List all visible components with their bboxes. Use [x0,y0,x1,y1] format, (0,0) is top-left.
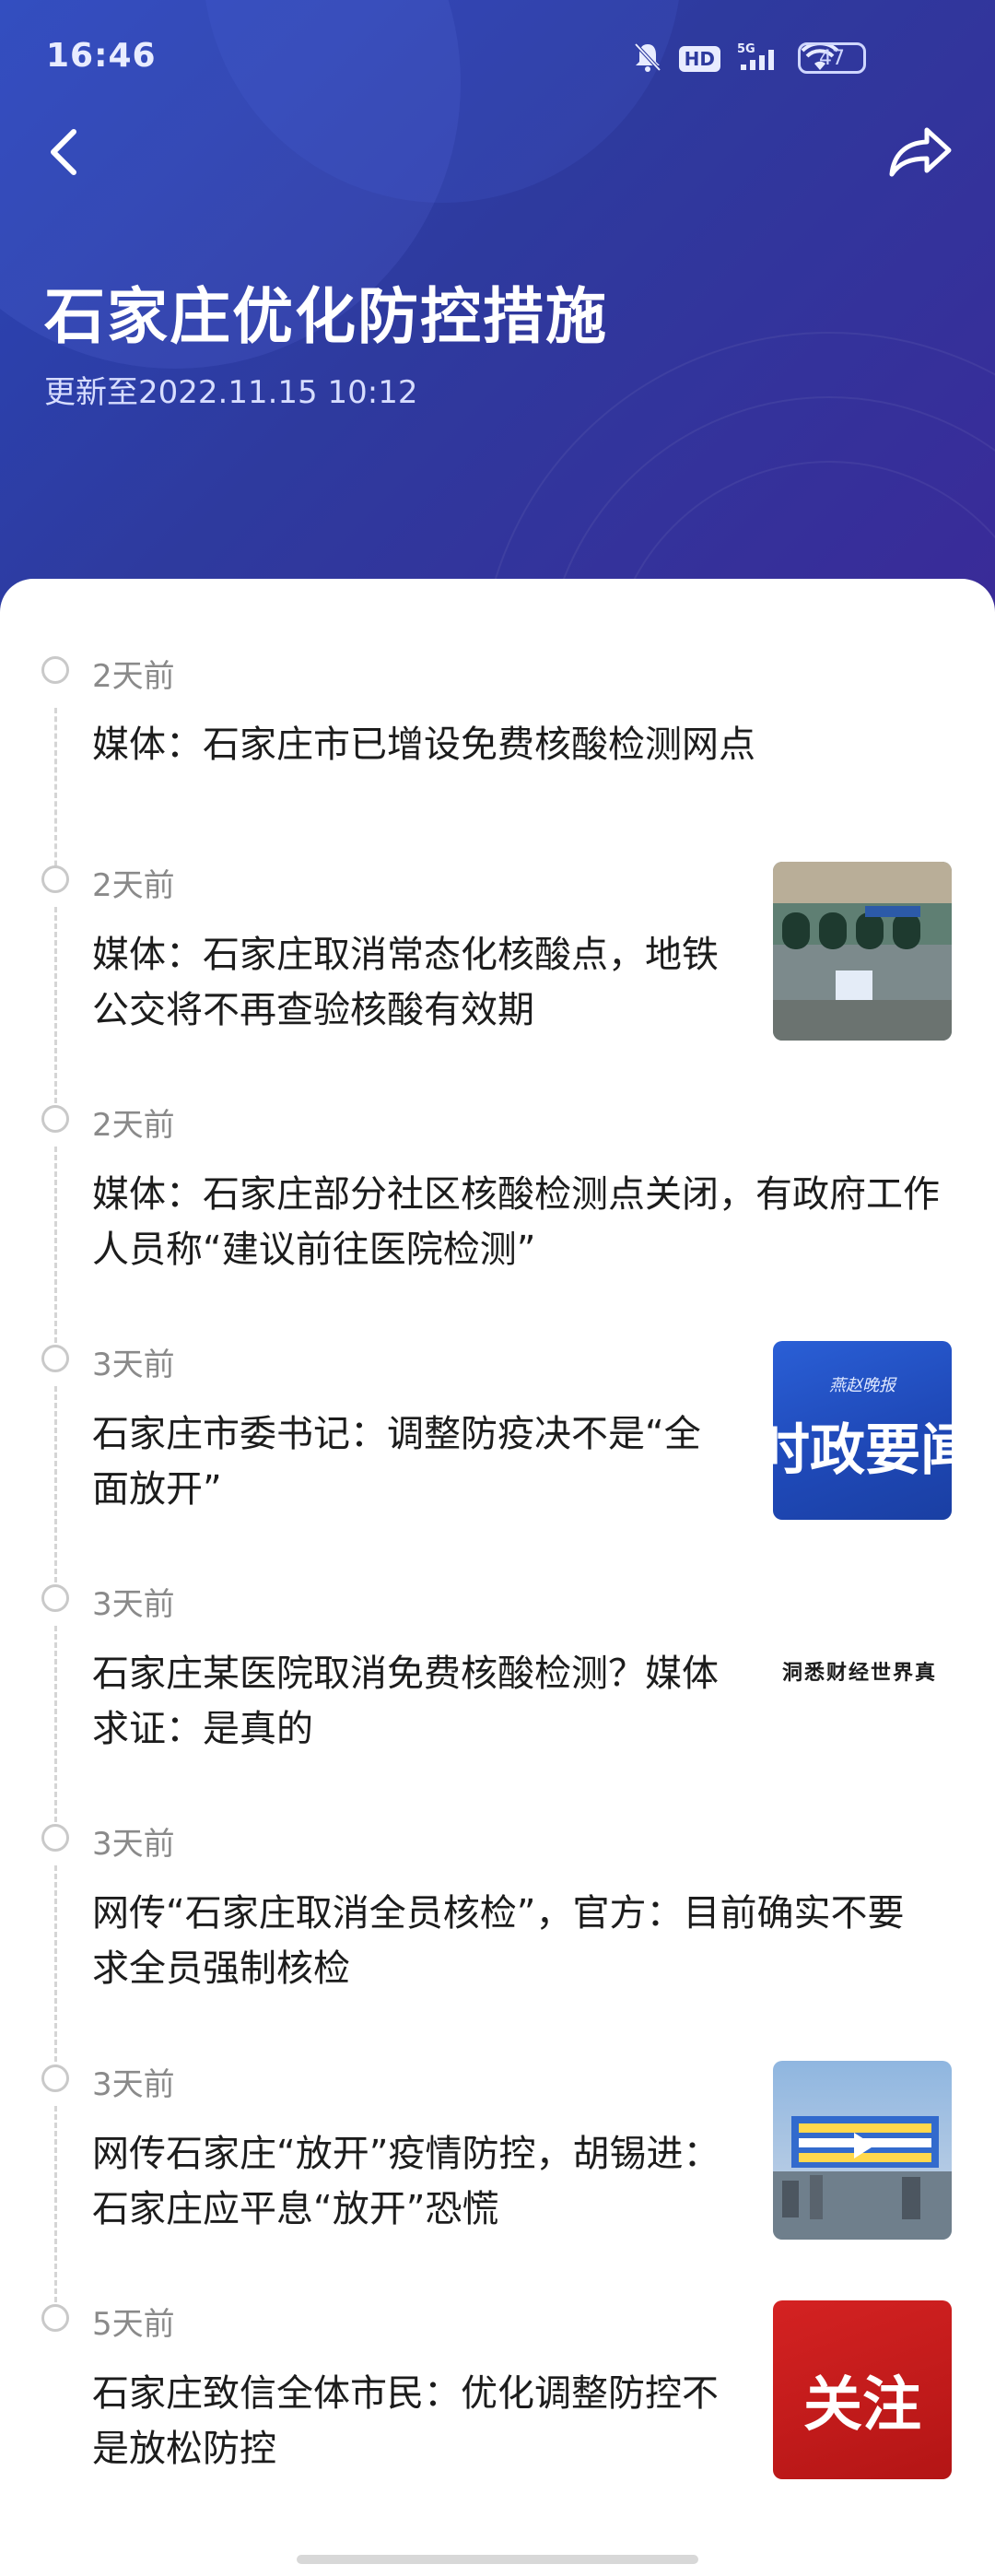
item-headline[interactable]: 石家庄市委书记：调整防疫决不是“全面放开” [92,1406,737,1517]
item-time: 5天前 [92,2306,175,2343]
item-time: 2天前 [92,658,175,695]
timeline-dot [41,1345,69,1372]
timeline-dot [41,1584,69,1612]
timeline-card: 2天前 媒体：石家庄市已增设免费核酸检测网点 2天前 媒体：石家庄取消常态化核酸… [0,579,995,2576]
thumb-text: 关注 [803,2370,921,2440]
update-time: 更新至2022.11.15 10:12 [44,374,418,411]
svg-text:5G: 5G [737,42,755,56]
network-5g-icon: 5G [737,41,785,77]
thumb-text: 时政要闻 [773,1418,952,1483]
battery-indicator: 47 [798,42,866,74]
page-title: 石家庄优化防控措施 [44,281,608,352]
item-headline[interactable]: 媒体：石家庄取消常态化核酸点，地铁公交将不再查验核酸有效期 [92,927,737,1038]
item-headline[interactable]: 网传石家庄“放开”疫情防控，胡锡进：石家庄应平息“放开”恐慌 [92,2126,737,2237]
item-time: 3天前 [92,2066,175,2103]
back-button[interactable] [37,120,92,184]
thumb-caption: 燕赵晚报 [829,1376,896,1395]
item-thumbnail[interactable]: 关注 [773,2300,952,2479]
timeline-dot [41,1824,69,1852]
share-arrow-icon [889,127,952,177]
thumb-text: 洞悉财经世界真 [782,1662,938,1685]
timeline-dot [41,865,69,893]
item-thumbnail[interactable]: 燕赵晚报 时政要闻 [773,1341,952,1520]
home-indicator[interactable] [297,2555,698,2564]
timeline-dot [41,2064,69,2092]
item-time: 3天前 [92,1826,175,1863]
item-headline[interactable]: 石家庄致信全体市民：优化调整防控不是放松防控 [92,2366,737,2476]
timeline-dot [41,1105,69,1133]
timeline-dot [41,2304,69,2332]
status-bar: 16:46 HD 5G 47 [0,0,995,120]
item-headline[interactable]: 媒体：石家庄市已增设免费核酸检测网点 [92,717,940,772]
hd-badge: HD [678,46,720,72]
item-thumbnail[interactable] [773,2061,952,2240]
item-thumbnail[interactable]: 洞悉财经世界真 [773,1581,952,1759]
chevron-left-icon [51,129,76,175]
battery-level: 47 [798,42,866,74]
item-headline[interactable]: 网传“石家庄取消全员核检”，官方：目前确实不要求全员强制核检 [92,1886,940,1996]
item-time: 2天前 [92,1107,175,1144]
header-banner: 16:46 HD 5G 47 石家庄优化防控措施 更新至2022.11.15 1… [0,0,995,645]
timeline-dot [41,656,69,684]
item-thumbnail[interactable] [773,862,952,1041]
item-time: 3天前 [92,1586,175,1623]
status-time: 16:46 [46,37,157,75]
item-time: 3天前 [92,1347,175,1383]
item-headline[interactable]: 石家庄某医院取消免费核酸检测？媒体求证：是真的 [92,1646,737,1757]
share-button[interactable] [884,120,958,184]
item-headline[interactable]: 媒体：石家庄部分社区核酸检测点关闭，有政府工作人员称“建议前往医院检测” [92,1167,940,1277]
item-time: 2天前 [92,867,175,904]
mute-bell-icon [633,41,662,76]
